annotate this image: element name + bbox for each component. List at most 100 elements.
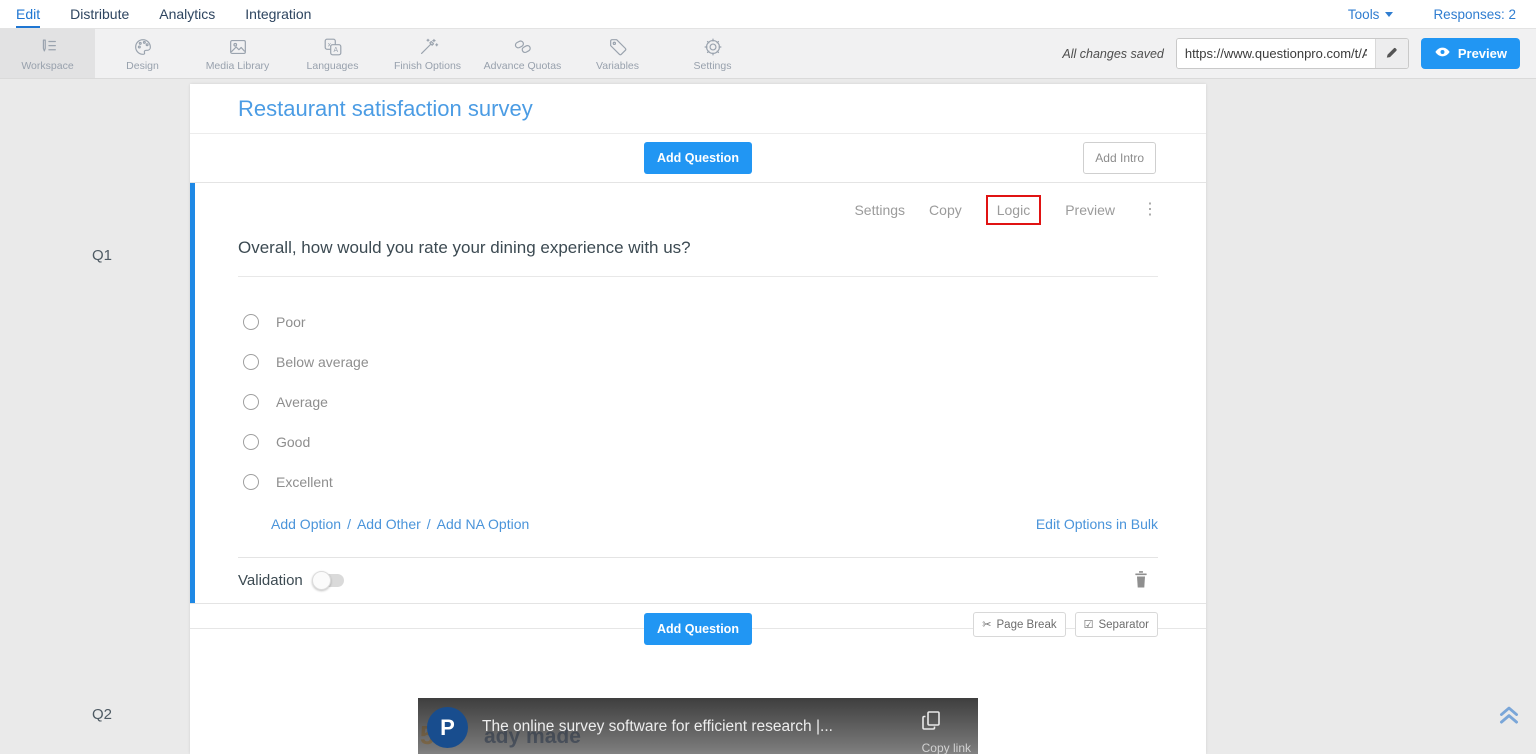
toggle-knob (312, 571, 331, 590)
survey-title[interactable]: Restaurant satisfaction survey (238, 96, 533, 122)
option-label[interactable]: Excellent (276, 474, 333, 490)
survey-url-group (1176, 38, 1409, 69)
option-row: Excellent (238, 462, 1158, 502)
questionpro-logo: P (427, 707, 468, 748)
question-logic-button[interactable]: Logic (986, 195, 1041, 225)
toolbar-item-advance-quotas[interactable]: Advance Quotas (475, 29, 570, 78)
question-menu: Settings Copy Logic Preview ⋮ (238, 183, 1158, 221)
editor-toolbar: Workspace Design Media Library (0, 29, 1536, 79)
gear-icon (702, 36, 724, 58)
delete-question-button[interactable] (1131, 568, 1151, 594)
option-links-row: Add Option / Add Other / Add NA Option E… (238, 502, 1158, 557)
edit-url-button[interactable] (1375, 39, 1408, 68)
question-settings-button[interactable]: Settings (854, 202, 905, 218)
caret-down-icon (1385, 12, 1393, 17)
question-preview-button[interactable]: Preview (1065, 202, 1115, 218)
option-row: Good (238, 422, 1158, 462)
nav-tab-distribute[interactable]: Distribute (70, 0, 129, 28)
edit-options-in-bulk-link[interactable]: Edit Options in Bulk (1036, 516, 1158, 532)
workspace-icon (37, 36, 59, 58)
nav-tabs: Edit Distribute Analytics Integration (16, 0, 311, 28)
survey-url-input[interactable] (1177, 39, 1375, 68)
add-option-link[interactable]: Add Option (271, 516, 341, 532)
add-question-row-top: Add Question Add Intro (190, 134, 1206, 183)
add-na-option-link[interactable]: Add NA Option (437, 516, 530, 532)
toolbar-item-variables[interactable]: Variables (570, 29, 665, 78)
selected-question-indicator (190, 183, 195, 603)
toolbar-item-languages[interactable]: x A Languages (285, 29, 380, 78)
save-status-text: All changes saved (1062, 47, 1163, 61)
copy-icon[interactable] (920, 709, 942, 738)
option-row: Below average (238, 342, 1158, 382)
tag-icon (607, 36, 629, 58)
validation-toggle[interactable] (314, 574, 344, 587)
trash-icon (1133, 577, 1149, 592)
validation-label: Validation (238, 572, 303, 589)
preview-button[interactable]: Preview (1421, 38, 1520, 69)
question-text[interactable]: Overall, how would you rate your dining … (238, 223, 1158, 277)
tools-label: Tools (1348, 7, 1380, 22)
add-question-button[interactable]: Add Question (644, 613, 752, 645)
nav-tab-integration[interactable]: Integration (245, 0, 311, 28)
toolbar-label: Design (126, 60, 159, 72)
question-number-label-q1: Q1 (92, 247, 112, 264)
survey-title-bar: Restaurant satisfaction survey (190, 84, 1206, 134)
pencil-icon (1384, 45, 1399, 63)
page-break-button[interactable]: ✂ Page Break (973, 612, 1065, 637)
separator-button[interactable]: ☑ Separator (1075, 612, 1158, 637)
option-label[interactable]: Good (276, 434, 310, 450)
add-other-link[interactable]: Add Other (357, 516, 421, 532)
scroll-to-top-button[interactable] (1496, 701, 1522, 730)
add-intro-button[interactable]: Add Intro (1083, 142, 1156, 174)
radio-button[interactable] (243, 314, 259, 330)
top-navigation: Edit Distribute Analytics Integration To… (0, 0, 1536, 29)
nav-right-links: Tools Responses: 2 (1348, 7, 1516, 22)
preview-label: Preview (1458, 46, 1507, 61)
image-icon (227, 36, 249, 58)
toolbar-item-media-library[interactable]: Media Library (190, 29, 285, 78)
scissors-icon: ✂ (982, 618, 991, 631)
nav-tab-analytics[interactable]: Analytics (159, 0, 215, 28)
palette-icon (132, 36, 154, 58)
insert-controls: ✂ Page Break ☑ Separator (973, 612, 1158, 637)
toolbar-item-design[interactable]: Design (95, 29, 190, 78)
page-break-label: Page Break (997, 619, 1057, 631)
separator-label: Separator (1098, 619, 1149, 631)
chevron-double-up-icon (1496, 715, 1522, 730)
toolbar-label: Workspace (21, 60, 73, 72)
option-label[interactable]: Poor (276, 314, 306, 330)
toolbar-label: Advance Quotas (484, 60, 562, 72)
more-options-icon[interactable]: ⋮ (1142, 202, 1158, 218)
radio-button[interactable] (243, 434, 259, 450)
toolbar-label: Languages (307, 60, 359, 72)
option-label[interactable]: Average (276, 394, 328, 410)
toolbar-item-workspace[interactable]: Workspace (0, 29, 95, 78)
link-separator: / (427, 516, 431, 532)
video-title: The online survey software for efficient… (482, 718, 833, 736)
option-row: Poor (238, 302, 1158, 342)
eye-icon (1434, 45, 1451, 62)
add-question-button[interactable]: Add Question (644, 142, 752, 174)
nav-tab-edit[interactable]: Edit (16, 0, 40, 28)
survey-canvas: Restaurant satisfaction survey Add Quest… (190, 84, 1206, 754)
toolbar-items: Workspace Design Media Library (0, 29, 760, 78)
copy-link-label[interactable]: Copy link (922, 741, 971, 754)
radio-button[interactable] (243, 474, 259, 490)
radio-button[interactable] (243, 354, 259, 370)
option-row: Average (238, 382, 1158, 422)
toolbar-label: Media Library (206, 60, 270, 72)
video-thumbnail[interactable]: 50 ady made P The online survey software… (418, 698, 978, 754)
option-links-left: Add Option / Add Other / Add NA Option (271, 516, 529, 532)
toolbar-item-settings[interactable]: Settings (665, 29, 760, 78)
checked-box-icon: ☑ (1084, 618, 1094, 631)
responses-link[interactable]: Responses: 2 (1433, 7, 1516, 22)
validation-row: Validation (238, 557, 1158, 603)
chain-link-icon (512, 36, 534, 58)
toolbar-item-finish-options[interactable]: Finish Options (380, 29, 475, 78)
tools-menu[interactable]: Tools (1348, 7, 1394, 22)
radio-button[interactable] (243, 394, 259, 410)
question-copy-button[interactable]: Copy (929, 202, 962, 218)
option-label[interactable]: Below average (276, 354, 369, 370)
answer-options: Poor Below average Average Good Excellen… (238, 277, 1158, 502)
link-separator: / (347, 516, 351, 532)
